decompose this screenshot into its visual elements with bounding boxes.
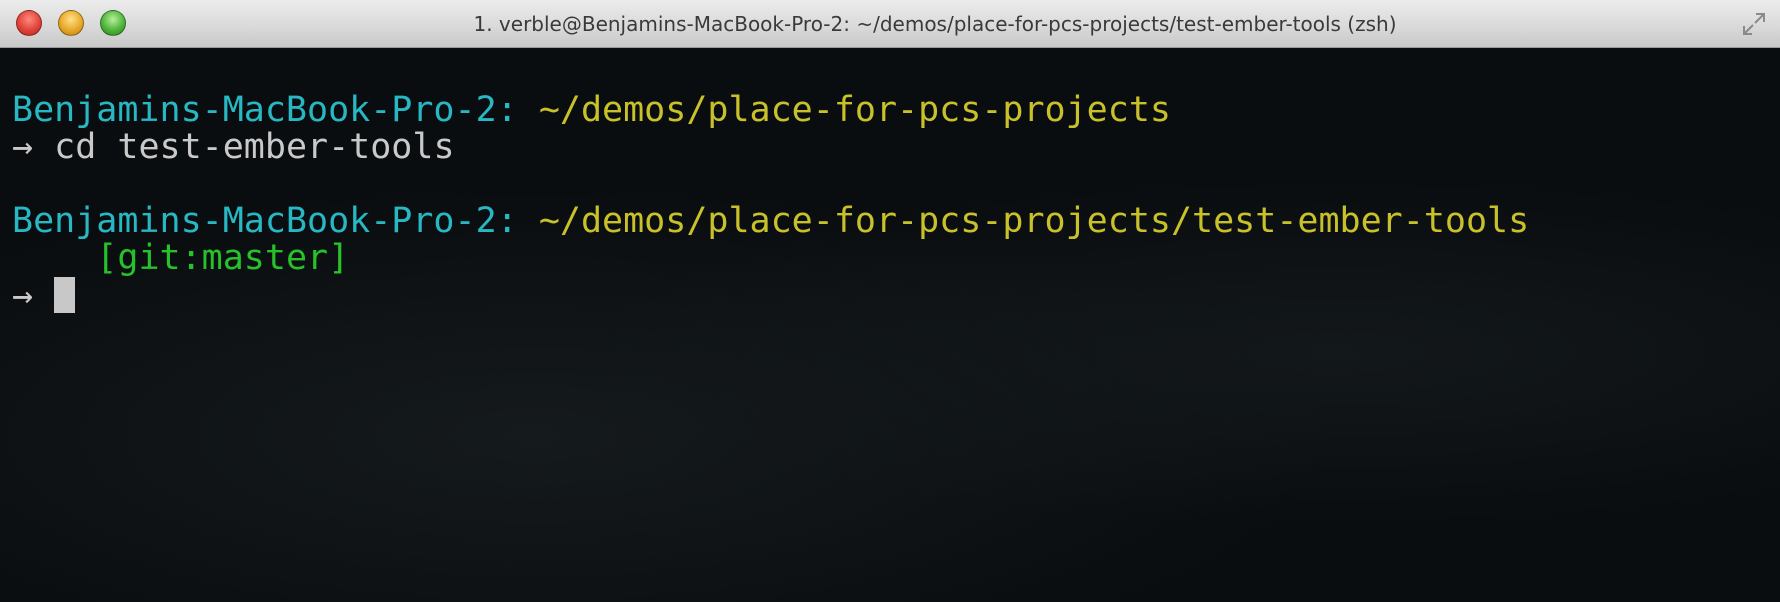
prompt-path: ~/demos/place-for-pcs-projects/test-embe… (538, 201, 1530, 241)
window-title: 1. verble@Benjamins-MacBook-Pro-2: ~/dem… (473, 12, 1397, 36)
prompt-arrow-icon: → (12, 276, 34, 316)
prompt-path: ~/demos/place-for-pcs-projects (538, 90, 1171, 130)
text-cursor (54, 277, 76, 313)
git-branch: [git:master] (96, 238, 350, 278)
prompt-line-1: Benjamins-MacBook-Pro-2: ~/demos/place-f… (12, 92, 1780, 129)
zoom-button[interactable] (100, 10, 126, 36)
prompt-host: Benjamins-MacBook-Pro-2: (12, 90, 518, 130)
minimize-button[interactable] (58, 10, 84, 36)
command-line-2[interactable]: → (12, 276, 1780, 316)
prompt-line-2: Benjamins-MacBook-Pro-2: ~/demos/place-f… (12, 203, 1780, 240)
fullscreen-icon[interactable] (1742, 12, 1766, 36)
command-line-1: → cd test-ember-tools (12, 129, 1780, 166)
terminal-window: 1. verble@Benjamins-MacBook-Pro-2: ~/dem… (0, 0, 1780, 602)
terminal-content[interactable]: Benjamins-MacBook-Pro-2: ~/demos/place-f… (0, 48, 1780, 602)
prompt-arrow-icon: → (12, 127, 34, 167)
prompt-host: Benjamins-MacBook-Pro-2: (12, 201, 518, 241)
close-button[interactable] (16, 10, 42, 36)
title-bar[interactable]: 1. verble@Benjamins-MacBook-Pro-2: ~/dem… (0, 0, 1780, 48)
command-text: cd test-ember-tools (54, 127, 455, 167)
git-status-line: [git:master] (12, 240, 1780, 277)
